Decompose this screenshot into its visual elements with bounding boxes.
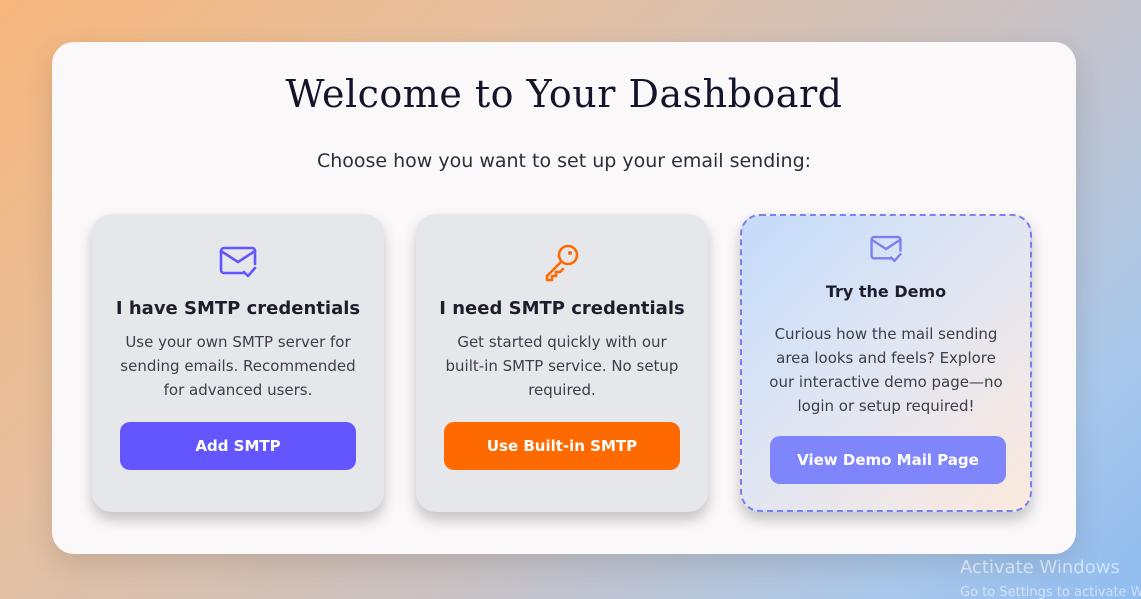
watermark-subtitle: Go to Settings to activate Windows.: [960, 585, 1141, 599]
mail-check-icon: [219, 246, 257, 278]
demo-card: Try the Demo Curious how the mail sendin…: [740, 214, 1032, 512]
windows-activation-watermark: Activate Windows Go to Settings to activ…: [960, 557, 1141, 599]
page-subtitle: Choose how you want to set up your email…: [316, 150, 812, 172]
view-demo-mail-page-button[interactable]: View Demo Mail Page: [770, 436, 1006, 484]
add-smtp-button[interactable]: Add SMTP: [120, 422, 356, 470]
key-icon: [545, 244, 579, 282]
welcome-panel: Welcome to Your Dashboard Choose how you…: [52, 42, 1076, 554]
card-title: I need SMTP credentials: [439, 298, 685, 319]
mail-check-icon: [870, 235, 902, 263]
page-title: Welcome to Your Dashboard: [285, 72, 843, 116]
card-description: Curious how the mail sending area looks …: [769, 325, 1003, 415]
use-builtin-smtp-button[interactable]: Use Built-in SMTP: [444, 422, 680, 470]
card-title: Try the Demo: [825, 282, 947, 301]
builtin-smtp-card: I need SMTP credentials Get started quic…: [416, 214, 708, 512]
smtp-credentials-card: I have SMTP credentials Use your own SMT…: [92, 214, 384, 512]
card-description: Use your own SMTP server for sending ema…: [120, 333, 356, 399]
watermark-title: Activate Windows: [960, 557, 1120, 578]
card-title: I have SMTP credentials: [115, 298, 361, 319]
card-description: Get started quickly with our built-in SM…: [445, 333, 679, 399]
